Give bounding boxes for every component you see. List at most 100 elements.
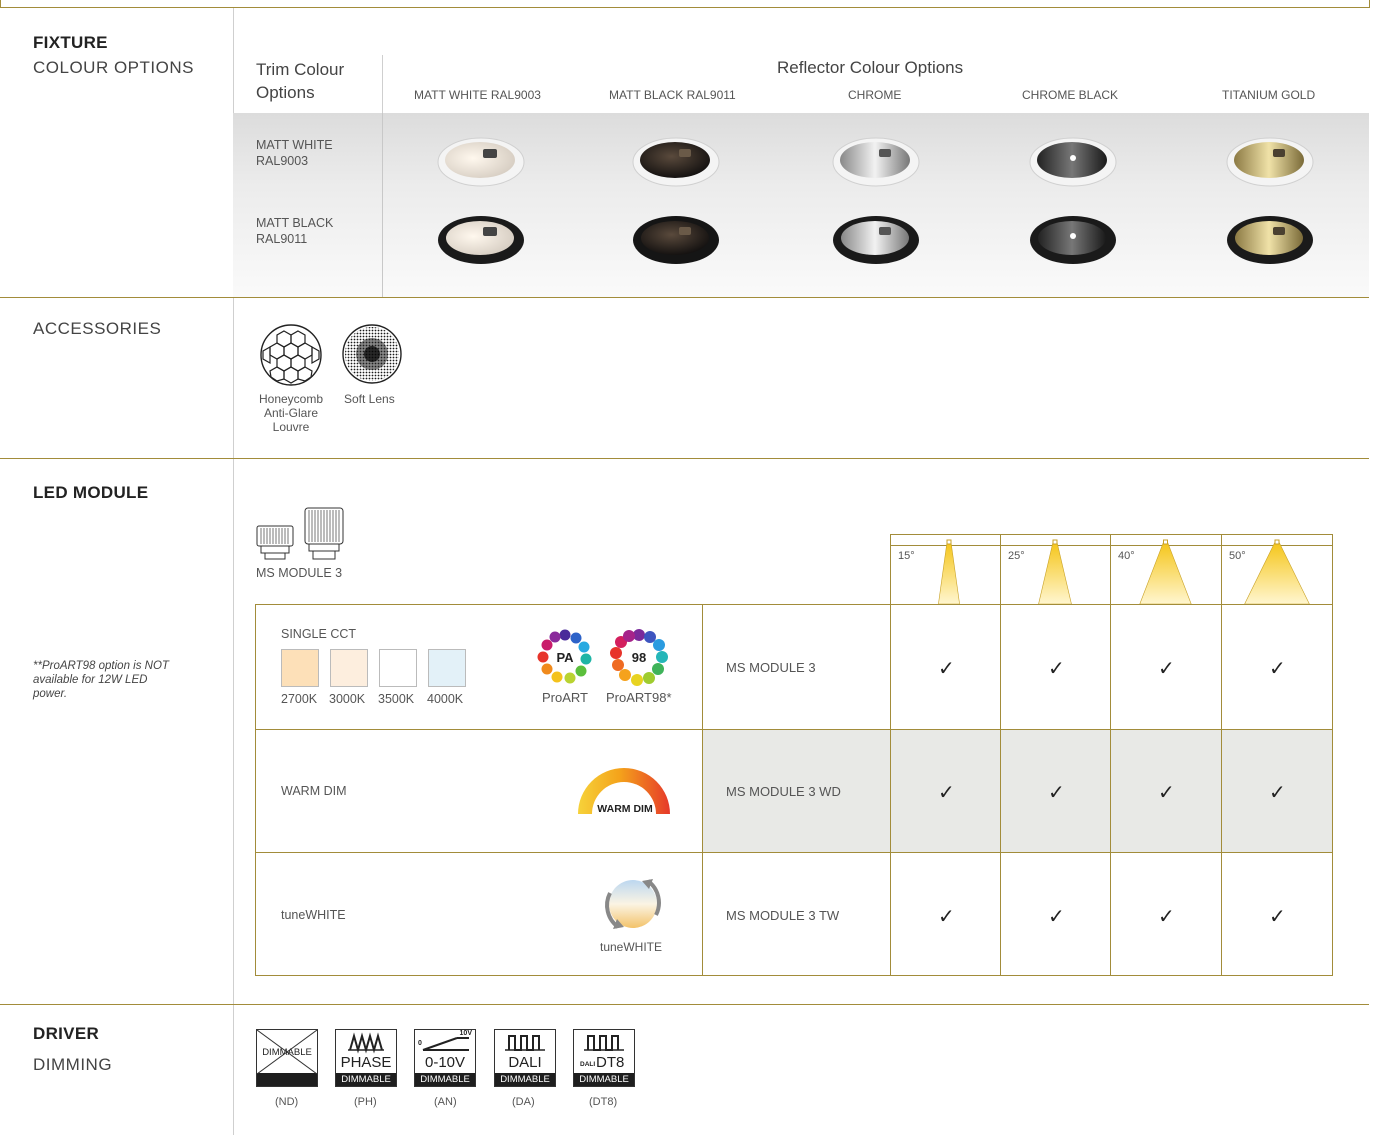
driver-code-dt8: (DT8)	[589, 1096, 618, 1108]
phase-dimming-icon: PHASE DIMMABLE	[335, 1029, 397, 1087]
fixture-white-white	[437, 137, 525, 187]
trim-row-label-1: MATT WHITE	[256, 138, 333, 152]
col-divider	[890, 604, 891, 976]
trim-row-label-1: MATT BLACK	[256, 216, 334, 230]
phase-dimmable-bar: DIMMABLE	[336, 1073, 396, 1086]
honeycomb-label-1: Honeycomb	[258, 392, 324, 406]
beam-cone-50	[1244, 541, 1310, 605]
analog-text: 0-10V	[424, 1054, 466, 1071]
fixture-black-black	[633, 216, 719, 264]
cct-label-3500k: 3500K	[378, 692, 415, 706]
module-icon	[256, 507, 344, 560]
module-name-warm-dim: MS MODULE 3 WD	[726, 784, 841, 799]
proart-badge-text: PA	[556, 650, 574, 665]
check-mark: ✓	[1048, 904, 1065, 928]
trim-row-label-2: RAL9011	[256, 232, 308, 246]
fixture-white-chrome-black	[1029, 137, 1117, 187]
divider-fixture	[0, 297, 1369, 298]
tune-white-title: tuneWHITE	[281, 908, 346, 922]
driver-code-da: (DA)	[512, 1096, 535, 1108]
cct-swatch-3500k	[379, 649, 417, 687]
trim-row-matt-white: MATT WHITE RAL9003	[256, 137, 333, 169]
dt8-text: DT8	[596, 1054, 625, 1071]
fixture-white-chrome	[832, 137, 920, 187]
dali-dimmable-bar: DIMMABLE	[495, 1073, 555, 1086]
driver-heading: DRIVER	[33, 1024, 100, 1043]
check-mark: ✓	[938, 656, 955, 680]
dimming-heading: DIMMING	[33, 1055, 113, 1074]
single-cct-title: SINGLE CCT	[281, 627, 357, 641]
warm-dim-icon: WARM DIM	[578, 768, 670, 815]
check-mark: ✓	[1158, 780, 1175, 804]
module-name-single-cct: MS MODULE 3	[726, 660, 816, 675]
trim-row-matt-black: MATT BLACK RAL9011	[256, 215, 333, 247]
top-frame	[0, 0, 1370, 8]
analog-dimmable-bar: DIMMABLE	[415, 1073, 475, 1086]
fixture-black-chrome	[833, 216, 919, 264]
reflector-option-matt-white: MATT WHITE RAL9003	[414, 88, 541, 102]
dali-text: DALI	[508, 1054, 542, 1071]
proart-label: ProART	[542, 690, 588, 705]
divider-accessories	[0, 458, 1369, 459]
fixture-swatch-grid	[437, 137, 1314, 264]
check-mark: ✓	[1269, 656, 1286, 680]
check-mark: ✓	[1158, 656, 1175, 680]
proart-icon: PA	[537, 629, 592, 684]
soft-lens-label: Soft Lens	[344, 392, 395, 406]
cct-label-4000k: 4000K	[427, 692, 464, 706]
fixture-black-chrome-black	[1030, 216, 1116, 264]
driver-code-an: (AN)	[434, 1096, 457, 1108]
trim-header-line1: Trim Colour	[256, 60, 345, 79]
note-line-3: power.	[33, 688, 68, 700]
beam-cone-15	[938, 541, 960, 605]
check-mark: ✓	[1269, 780, 1286, 804]
warm-dim-badge-text: WARM DIM	[597, 803, 653, 815]
reflector-colour-header: Reflector Colour Options	[777, 58, 964, 77]
accessories-heading: ACCESSORIES	[33, 319, 162, 338]
phase-wave-icon	[348, 1032, 384, 1054]
check-mark: ✓	[1158, 904, 1175, 928]
reflector-option-chrome-black: CHROME BLACK	[1022, 88, 1119, 102]
cct-label-3000k: 3000K	[329, 692, 366, 706]
dt8-prefix: DALI	[580, 1061, 596, 1068]
beam-source-15	[946, 539, 952, 545]
tune-white-icon	[605, 879, 661, 929]
check-mark: ✓	[938, 904, 955, 928]
fixture-white-gold	[1226, 137, 1314, 187]
note-line-2: available for 12W LED	[33, 674, 148, 686]
reflector-option-chrome: CHROME	[848, 88, 902, 102]
trim-row-label-2: RAL9003	[256, 154, 309, 168]
non-dimmable-icon: DIMMABLE	[256, 1029, 318, 1087]
honeycomb-label-2: Anti-Glare	[263, 406, 319, 420]
check-mark: ✓	[1048, 656, 1065, 680]
beam-cone-40	[1139, 541, 1192, 605]
fixture-white-black	[632, 137, 720, 187]
col-divider	[1000, 604, 1001, 976]
analog-small-10v: 10V	[459, 1030, 472, 1037]
module-label: MS MODULE 3	[256, 566, 343, 580]
beam-source-25	[1052, 539, 1058, 545]
reflector-option-matt-black: MATT BLACK RAL9011	[609, 88, 736, 102]
cct-label-2700k: 2700K	[281, 692, 318, 706]
divider-led	[0, 1004, 1369, 1005]
note-line-1: **ProART98 option is NOT	[33, 660, 169, 672]
tune-white-label: tuneWHITE	[600, 940, 663, 954]
dali-dt8-icon: DALI DT8 DIMMABLE	[573, 1029, 635, 1087]
non-dimmable-bar	[257, 1073, 317, 1086]
cct-swatch-3000k	[330, 649, 368, 687]
module-name-tune-white: MS MODULE 3 TW	[726, 908, 840, 923]
proart98-badge-text: 98	[632, 650, 646, 665]
proart98-label: ProART98*	[606, 690, 672, 705]
check-mark: ✓	[1269, 904, 1286, 928]
honeycomb-label-3: Louvre	[272, 420, 310, 434]
trim-header-line2: Options	[256, 83, 315, 102]
proart-note: **ProART98 option is NOT available for 1…	[33, 659, 169, 701]
reflector-option-titanium-gold: TITANIUM GOLD	[1222, 88, 1316, 102]
row-divider	[255, 852, 1333, 853]
dt8-wave-icon	[584, 1035, 624, 1051]
warm-dim-title: WARM DIM	[281, 784, 347, 798]
trim-colour-header: Trim Colour Options	[256, 58, 344, 104]
led-module-heading: LED MODULE	[33, 483, 149, 502]
cct-swatch-2700k	[281, 649, 319, 687]
row-divider	[255, 729, 1333, 730]
